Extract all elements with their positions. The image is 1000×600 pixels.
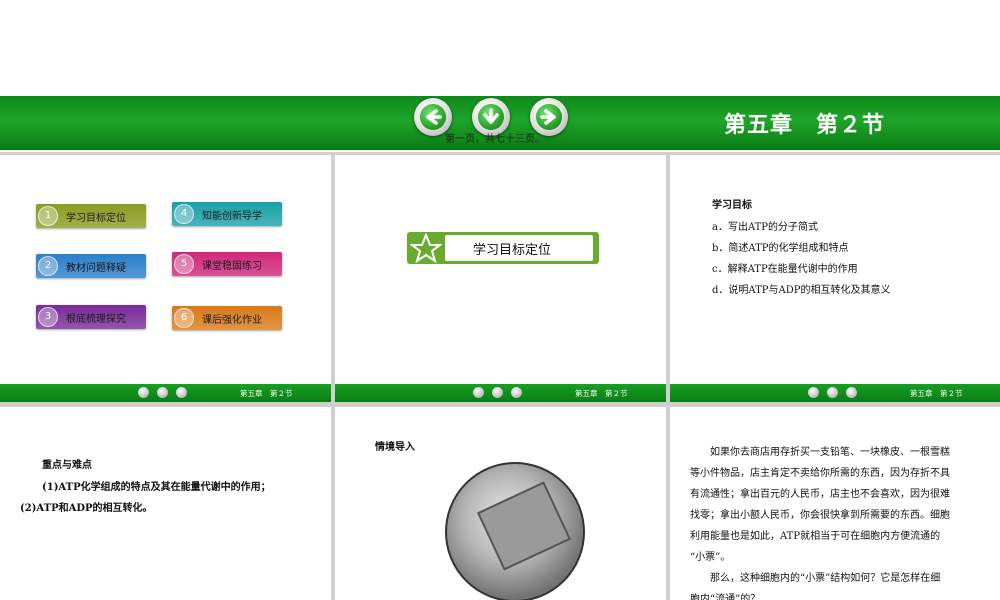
down-icon[interactable] bbox=[492, 387, 503, 398]
down-icon[interactable] bbox=[157, 387, 168, 398]
paragraph-line: 胞内“流通”的？ bbox=[690, 594, 761, 600]
slide-footer: 第五章 第２节 bbox=[670, 384, 1000, 402]
menu-number: 3 bbox=[38, 307, 58, 327]
menu-number: 6 bbox=[174, 308, 194, 328]
menu-item-3[interactable]: 3 根底梳理探究 bbox=[36, 305, 146, 329]
paragraph-line: 利用能量也是如此，ATP就相当于可在细胞内方便流通的 bbox=[690, 531, 941, 542]
paragraph-line: 那么，这种细胞内的“小票”结构如何？它是怎样在细 bbox=[710, 573, 941, 584]
menu-item-1[interactable]: 1 学习目标定位 bbox=[36, 204, 146, 228]
menu-number: 4 bbox=[174, 204, 194, 224]
back-icon[interactable] bbox=[138, 387, 149, 398]
goal-item: a．写出ATP的分子简式 bbox=[712, 222, 819, 233]
menu-number: 5 bbox=[174, 254, 194, 274]
banknote-image bbox=[476, 481, 572, 571]
menu-label: 学习目标定位 bbox=[66, 213, 126, 224]
chapter-title: 第五章 第２节 bbox=[723, 113, 885, 138]
menu-label: 根底梳理探究 bbox=[66, 314, 126, 325]
goal-item: b．简述ATP的化学组成和特点 bbox=[712, 243, 849, 254]
paragraph-line: 有流通性；拿出百元的人民币，店主也不会喜欢，因为很难 bbox=[690, 489, 950, 500]
section-banner: 学习目标定位 bbox=[407, 232, 599, 264]
menu-item-6[interactable]: 6 课后强化作业 bbox=[172, 306, 282, 330]
menu-label: 知能创新导学 bbox=[202, 211, 262, 222]
menu-number: 1 bbox=[38, 206, 58, 226]
slide-thumbnail-4[interactable]: 重点与难点 (1)ATP化学组成的特点及其在能量代谢中的作用； (2)ATP和A… bbox=[0, 407, 331, 600]
forward-icon[interactable] bbox=[846, 387, 857, 398]
menu-item-2[interactable]: 2 教材问题释疑 bbox=[36, 254, 146, 278]
menu-item-5[interactable]: 5 课堂稳固练习 bbox=[172, 252, 282, 276]
slide-thumbnail-3[interactable]: 学习目标 a．写出ATP的分子简式 b．简述ATP的化学组成和特点 c．解释AT… bbox=[670, 155, 1000, 402]
forward-icon[interactable] bbox=[511, 387, 522, 398]
back-icon[interactable] bbox=[808, 387, 819, 398]
slide-thumbnail-1[interactable]: 1 学习目标定位 2 教材问题释疑 3 根底梳理探究 4 知能创新导学 5 课堂… bbox=[0, 155, 331, 402]
keypoints-heading: 重点与难点 bbox=[42, 460, 92, 471]
keypoint-line: (2)ATP和ADP的相互转化。 bbox=[20, 503, 153, 514]
banknote-photo bbox=[445, 462, 585, 600]
goal-item: d．说明ATP与ADP的相互转化及其意义 bbox=[712, 285, 891, 296]
page-indicator: 第一页，共七十三页。 bbox=[445, 134, 545, 145]
paragraph-line: “小票”。 bbox=[690, 552, 731, 563]
footer-label: 第五章 第２节 bbox=[240, 389, 293, 398]
menu-label: 课后强化作业 bbox=[202, 315, 262, 326]
menu-number: 2 bbox=[38, 256, 58, 276]
slide-footer: 第五章 第２节 bbox=[0, 384, 331, 402]
forward-icon[interactable] bbox=[176, 387, 187, 398]
paragraph-line: 找零；拿出小额人民币，你会很快拿到所需要的东西。细胞 bbox=[690, 510, 950, 521]
slide-thumbnail-2[interactable]: 学习目标定位 第五章 第２节 bbox=[335, 155, 666, 402]
menu-item-4[interactable]: 4 知能创新导学 bbox=[172, 202, 282, 226]
paragraph-line: 如果你去商店用存折买一支铅笔、一块橡皮、一根雪糕 bbox=[710, 447, 950, 458]
goal-item: c．解释ATP在能量代谢中的作用 bbox=[712, 264, 858, 275]
slide-thumbnail-6[interactable]: 如果你去商店用存折买一支铅笔、一块橡皮、一根雪糕 等小件物品，店主肯定不卖给你所… bbox=[670, 407, 1000, 600]
paragraph-line: 等小件物品，店主肯定不卖给你所需的东西，因为存折不具 bbox=[690, 468, 950, 479]
back-icon[interactable] bbox=[473, 387, 484, 398]
star-icon bbox=[410, 233, 442, 263]
footer-label: 第五章 第２节 bbox=[575, 389, 628, 398]
down-icon[interactable] bbox=[827, 387, 838, 398]
slide-footer: 第五章 第２节 bbox=[335, 384, 666, 402]
banner-title: 学习目标定位 bbox=[473, 243, 552, 258]
slide-thumbnail-5[interactable]: 情境导入 bbox=[335, 407, 666, 600]
footer-label: 第五章 第２节 bbox=[910, 389, 963, 398]
goals-heading: 学习目标 bbox=[712, 200, 752, 211]
menu-label: 教材问题释疑 bbox=[66, 263, 126, 274]
menu-label: 课堂稳固练习 bbox=[202, 261, 262, 272]
scenario-heading: 情境导入 bbox=[375, 442, 415, 453]
keypoint-line: (1)ATP化学组成的特点及其在能量代谢中的作用； bbox=[42, 482, 271, 493]
